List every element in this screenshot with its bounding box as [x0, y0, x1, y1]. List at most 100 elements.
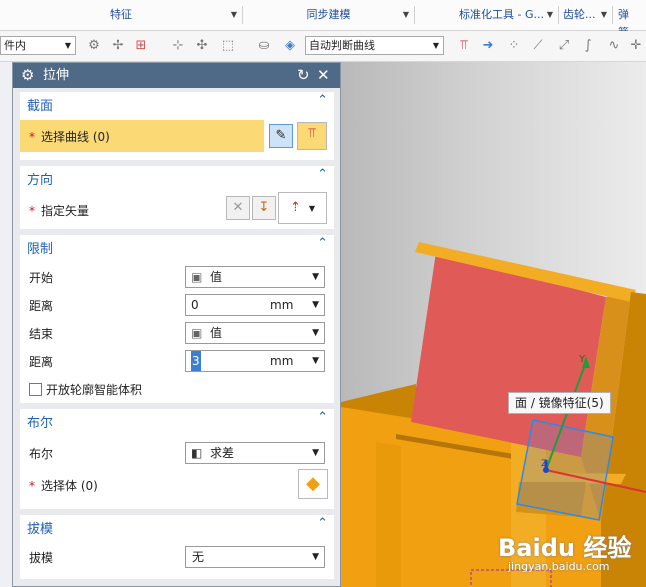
graphics-viewport[interactable]: Y Z: [341, 62, 646, 587]
csys-handle[interactable]: [516, 419, 614, 521]
select-body-button[interactable]: ◆: [298, 469, 328, 499]
combo-value: 自动判断曲线: [309, 39, 375, 52]
y-axis-label: Y: [578, 354, 586, 365]
line-snap-icon[interactable]: ⟋: [530, 38, 546, 54]
selection-scope-combo[interactable]: 件内 ▼: [0, 36, 76, 55]
section-title: 拔模: [27, 522, 54, 537]
ribbon-group-gear[interactable]: 齿轮... ▼: [559, 6, 613, 24]
model-scene: Y Z: [341, 242, 646, 587]
chevron-down-icon[interactable]: ▼: [312, 295, 319, 315]
chevron-up-icon[interactable]: ⌃: [317, 236, 328, 251]
extrude-dialog: ⚙ 拉伸 ↻ ✕ 截面 ⌃ * 选择曲线 (0) ✎ ⫪ 方向 ⌃ * 指定矢量 ✕…: [12, 62, 341, 587]
reverse-icon: ✕: [232, 200, 244, 215]
sketch-icon: ✎: [275, 128, 287, 143]
select-curve-row[interactable]: * 选择曲线 (0): [20, 120, 264, 152]
required-icon: *: [29, 479, 35, 493]
gear-icon[interactable]: ⚙: [21, 63, 34, 88]
follow-fillet-icon[interactable]: ➜: [480, 38, 496, 54]
section-header[interactable]: 截面 ⌃: [20, 92, 334, 114]
end-distance-label: 距离: [29, 355, 54, 369]
close-icon[interactable]: ✕: [317, 63, 330, 88]
start-distance-label: 距离: [29, 299, 54, 313]
chevron-down-icon[interactable]: ▼: [601, 6, 607, 24]
ribbon-group-sync-modeling[interactable]: 同步建模 ▼: [243, 6, 415, 24]
stop-at-intersection-icon[interactable]: ⫪: [456, 38, 472, 54]
ribbon-bar: 特征 ▼ 同步建模 ▼ 标准化工具 - G... ▼ 齿轮... ▼ 弹簧...: [0, 0, 646, 39]
curve-rule-combo[interactable]: 自动判断曲线 ▼: [305, 36, 444, 55]
open-profile-checkbox[interactable]: [29, 383, 42, 396]
ribbon-group-feature[interactable]: 特征 ▼: [0, 6, 243, 24]
end-type-value: 值: [210, 326, 223, 340]
point-snap-icon[interactable]: ⁘: [506, 38, 522, 54]
dialog-title: 拉伸: [43, 68, 70, 83]
start-distance-input[interactable]: 0 mm ▼: [185, 294, 325, 316]
chevron-up-icon[interactable]: ⌃: [317, 167, 328, 182]
chevron-down-icon[interactable]: ▼: [403, 6, 409, 24]
shaded-view-icon[interactable]: ⛀: [256, 38, 272, 54]
vector-type-dropdown[interactable]: ⇡ ▼: [278, 192, 327, 224]
tangent-snap-icon[interactable]: ⤢: [556, 38, 572, 54]
chevron-down-icon: ▼: [312, 552, 319, 562]
chevron-down-icon[interactable]: ▼: [547, 6, 553, 24]
watermark-logo: Baidu 经验: [498, 534, 632, 562]
section-title: 布尔: [27, 416, 54, 431]
curve-snap-icon[interactable]: ∫: [580, 38, 596, 54]
select-box-icon[interactable]: ⊞: [133, 38, 149, 54]
section-title: 限制: [27, 242, 54, 257]
chevron-up-icon[interactable]: ⌃: [317, 516, 328, 531]
watermark-url: jingyan.baidu.com: [508, 560, 610, 573]
open-profile-label: 开放轮廓智能体积: [46, 383, 143, 397]
boolean-label: 布尔: [29, 447, 54, 461]
draft-type-dropdown[interactable]: 无 ▼: [185, 546, 325, 568]
boolean-type-dropdown[interactable]: ◧ 求差 ▼: [185, 442, 325, 464]
limits-group: 限制 ⌃ 开始 ▣ 值 ▼ 距离 0 mm ▼ 结束 ▣ 值 ▼ 距离 3 mm…: [20, 235, 334, 403]
chevron-down-icon: ▼: [312, 448, 319, 458]
cube-view-icon[interactable]: ◈: [282, 38, 298, 54]
start-distance-value: 0: [191, 298, 199, 312]
end-label: 结束: [29, 327, 54, 341]
chevron-down-icon[interactable]: ▼: [312, 351, 319, 371]
select-body-row[interactable]: * 选择体 (0): [20, 473, 334, 497]
reset-icon[interactable]: ↻: [297, 63, 310, 88]
limits-header[interactable]: 限制 ⌃: [20, 235, 334, 257]
ribbon-group-spring[interactable]: 弹簧...: [613, 6, 646, 39]
boolean-type-value: 求差: [210, 446, 235, 460]
start-type-dropdown[interactable]: ▣ 值 ▼: [185, 266, 325, 288]
select-body-label: 选择体 (0): [41, 479, 98, 493]
axis-vector-icon: ⇡: [289, 200, 301, 215]
selection-toolbar: 件内 ▼ ⚙ ✢ ⊞ ⊹ ✣ ⬚ ⛀ ◈ 自动判断曲线 ▼ ⫪ ➜ ⁘ ⟋ ⤢ …: [0, 31, 646, 62]
boolean-header[interactable]: 布尔 ⌃: [20, 409, 334, 431]
z-axis-label: Z: [541, 459, 547, 469]
draft-group: 拔模 ⌃ 拔模 无 ▼: [20, 515, 334, 579]
vector-dialog-button[interactable]: ↧: [252, 196, 276, 220]
direction-header[interactable]: 方向 ⌃: [20, 166, 334, 188]
combo-value: 件内: [4, 39, 26, 52]
chevron-up-icon[interactable]: ⌃: [317, 93, 328, 108]
sketch-section-button[interactable]: ✎: [269, 124, 293, 148]
draft-header[interactable]: 拔模 ⌃: [20, 515, 334, 537]
open-profile-row[interactable]: 开放轮廓智能体积: [20, 377, 334, 401]
end-type-dropdown[interactable]: ▣ 值 ▼: [185, 322, 325, 344]
spline-snap-icon[interactable]: ∿: [606, 38, 622, 54]
chevron-down-icon: ▼: [312, 328, 319, 338]
reverse-direction-button[interactable]: ✕: [226, 196, 250, 220]
chevron-down-icon[interactable]: ▼: [231, 6, 237, 24]
chevron-up-icon[interactable]: ⌃: [317, 410, 328, 425]
section-title: 截面: [27, 99, 54, 114]
dialog-title-bar[interactable]: ⚙ 拉伸 ↻ ✕: [13, 63, 340, 88]
filter-icon[interactable]: ⚙: [86, 38, 102, 54]
curve-select-button[interactable]: ⫪: [297, 122, 327, 150]
specify-vector-label-wrap: * 指定矢量: [29, 202, 89, 219]
end-unit: mm: [270, 354, 294, 368]
select-all-icon[interactable]: ✣: [194, 38, 210, 54]
end-distance-input[interactable]: 3 mm ▼: [185, 350, 325, 372]
more-snap-icon[interactable]: ✛: [628, 38, 644, 54]
lasso-icon[interactable]: ⬚: [220, 38, 236, 54]
value-icon: ▣: [191, 270, 203, 284]
solid-body-icon: ◆: [306, 473, 320, 494]
ribbon-group-standard-tools[interactable]: 标准化工具 - G... ▼: [415, 6, 559, 24]
deselect-icon[interactable]: ⊹: [170, 38, 186, 54]
selection-tooltip: 面 / 镜像特征(5): [508, 392, 611, 414]
curve-icon: ⫪: [308, 126, 316, 141]
snap-icon[interactable]: ✢: [110, 38, 126, 54]
